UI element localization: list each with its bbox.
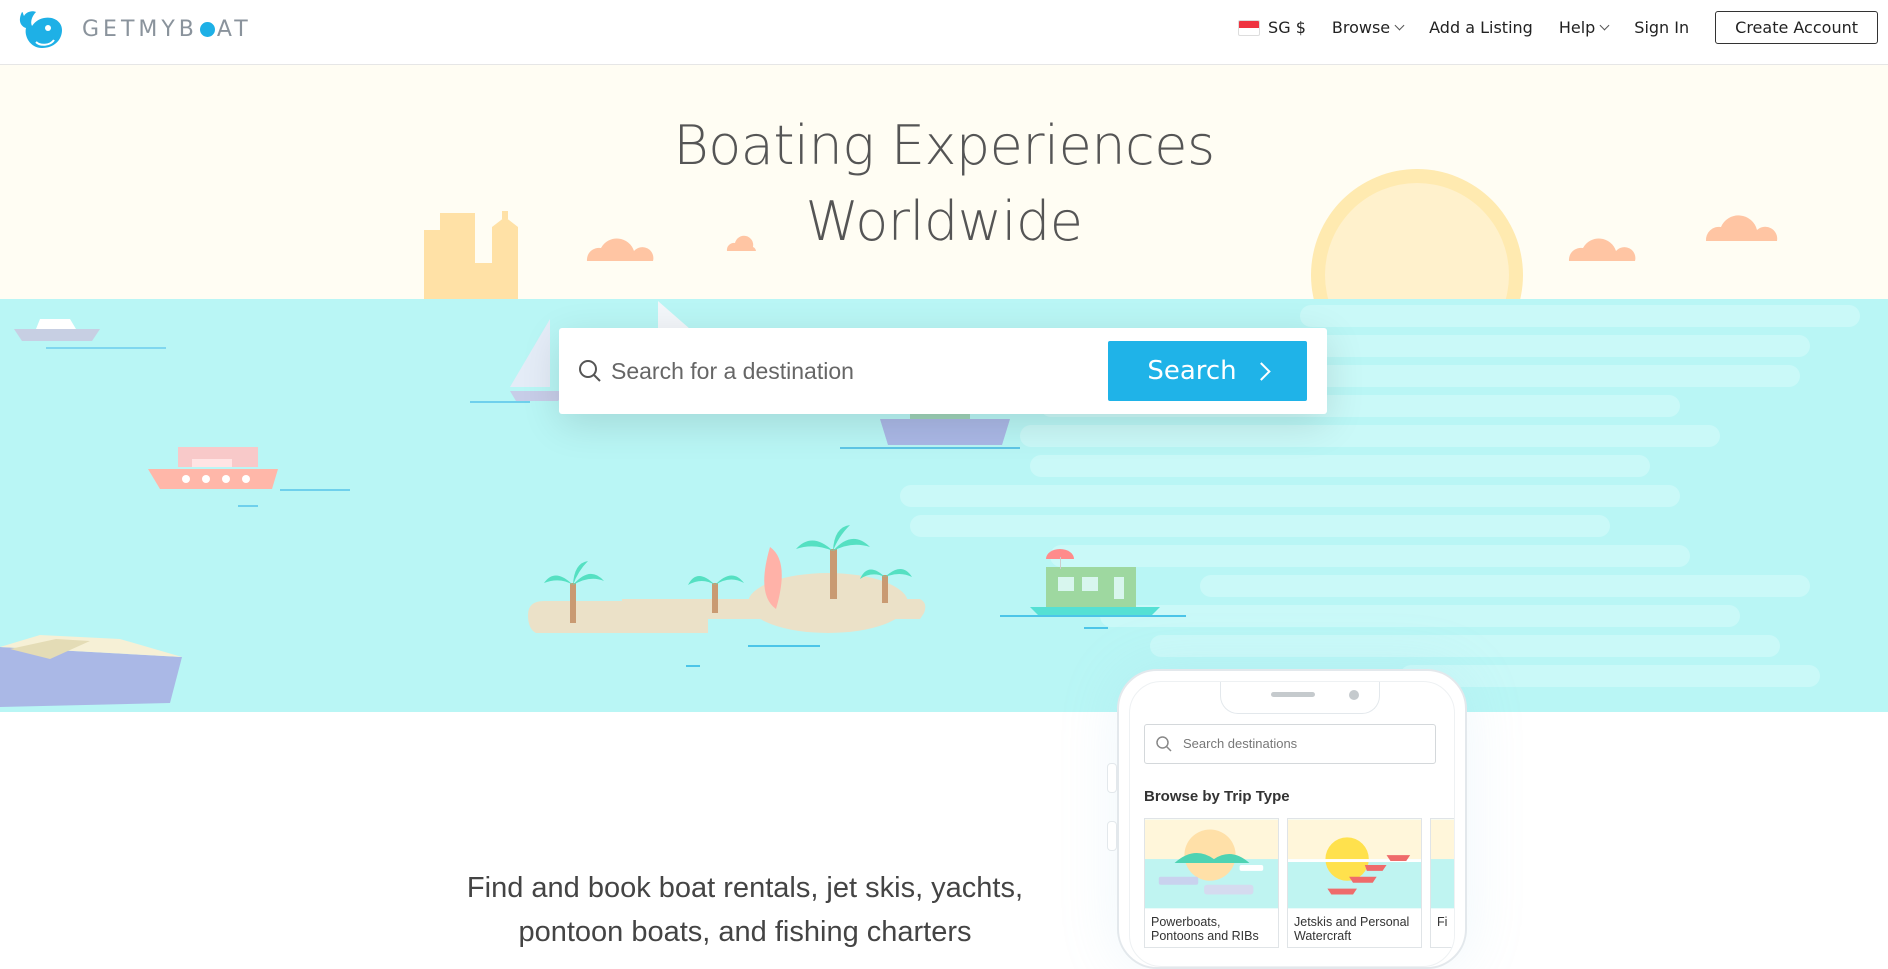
- search-icon: [1156, 736, 1172, 752]
- hero-title-line: Worldwide: [805, 190, 1083, 253]
- destination-search-box: Search: [559, 328, 1327, 414]
- tile-label: Jetskis and Personal Watercraft: [1294, 915, 1410, 943]
- phone-search-field[interactable]: Search destinations: [1144, 724, 1436, 764]
- site-header: GETMYB AT SG $ Browse Add a Listing Help …: [0, 0, 1888, 65]
- jetskis-illustration: [1288, 819, 1421, 909]
- phone-side-button: [1107, 763, 1117, 793]
- add-listing-link[interactable]: Add a Listing: [1429, 18, 1533, 37]
- phone-notch: [1220, 682, 1380, 714]
- destination-search-input[interactable]: [611, 348, 1151, 394]
- add-listing-label: Add a Listing: [1429, 18, 1533, 37]
- trip-type-tile[interactable]: Powerboats, Pontoons and RIBs: [1144, 818, 1279, 948]
- phone-search-placeholder: Search destinations: [1183, 736, 1298, 751]
- currency-label: SG $: [1268, 18, 1306, 37]
- phone-screen: Search destinations Browse by Trip Type …: [1129, 681, 1455, 967]
- powerboats-illustration: [1145, 819, 1278, 909]
- search-button-label: Search: [1147, 356, 1237, 386]
- phone-camera: [1349, 690, 1359, 700]
- tile-label: Fi: [1437, 915, 1448, 929]
- search-button[interactable]: Search: [1108, 341, 1307, 401]
- trip-type-tile[interactable]: Fi: [1430, 818, 1454, 948]
- hero-title: Boating Experiences Worldwide: [0, 108, 1888, 260]
- phone-mockup: Search destinations Browse by Trip Type …: [1107, 669, 1467, 969]
- main-nav: SG $ Browse Add a Listing Help Sign In C…: [1238, 0, 1888, 55]
- help-menu[interactable]: Help: [1558, 18, 1610, 37]
- logo-wordmark: GETMYB AT: [82, 17, 252, 42]
- chevron-down-icon: [1599, 20, 1610, 31]
- search-icon: [579, 360, 601, 382]
- whale-logo-icon: [19, 11, 62, 49]
- create-account-button[interactable]: Create Account: [1715, 11, 1878, 44]
- phone-side-button: [1107, 821, 1117, 851]
- logo-dot: [199, 21, 215, 37]
- browse-by-trip-type-heading: Browse by Trip Type: [1144, 788, 1290, 805]
- browse-menu[interactable]: Browse: [1331, 18, 1405, 37]
- tagline-line: pontoon boats, and fishing charters: [518, 916, 972, 948]
- currency-selector[interactable]: SG $: [1238, 18, 1306, 37]
- tagline: Find and book boat rentals, jet skis, ya…: [440, 866, 1050, 954]
- tagline-line: Find and book boat rentals, jet skis, ya…: [466, 872, 1024, 904]
- logo-text-part: AT: [216, 16, 252, 42]
- fishing-illustration: [1431, 819, 1454, 909]
- help-label: Help: [1558, 18, 1596, 37]
- browse-label: Browse: [1331, 18, 1391, 37]
- phone-speaker: [1271, 692, 1315, 697]
- tile-label: Powerboats, Pontoons and RIBs: [1151, 915, 1259, 943]
- chevron-down-icon: [1394, 20, 1405, 31]
- singapore-flag-icon: [1238, 19, 1261, 36]
- chevron-right-icon: [1251, 361, 1271, 381]
- getmyboat-logo[interactable]: GETMYB AT: [14, 6, 252, 52]
- sign-in-label: Sign In: [1634, 18, 1690, 37]
- hero-title-line: Boating Experiences: [673, 114, 1215, 177]
- sign-in-link[interactable]: Sign In: [1634, 18, 1689, 37]
- logo-text-part: GETMYB: [82, 16, 198, 42]
- trip-type-tile[interactable]: Jetskis and Personal Watercraft: [1287, 818, 1422, 948]
